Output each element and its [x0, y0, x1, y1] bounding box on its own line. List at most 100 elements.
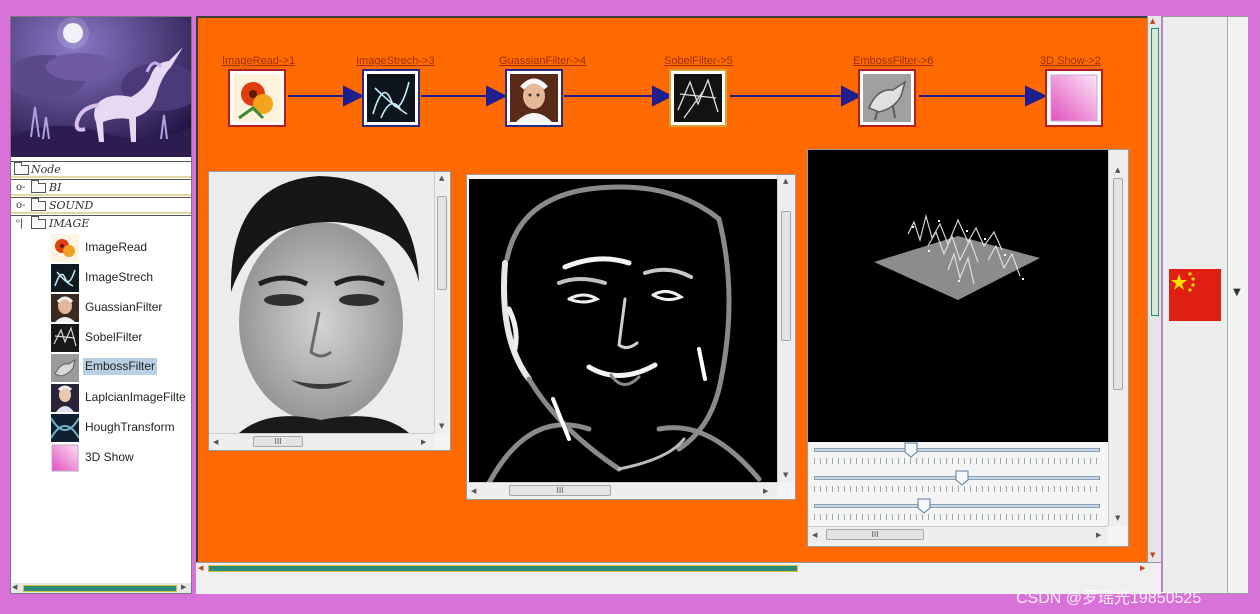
folder-icon	[31, 180, 46, 193]
pipeline-node-imagestrech[interactable]: ImageStrech->3	[356, 55, 435, 127]
folder-icon	[14, 162, 29, 175]
tree-group-bi[interactable]: o- BI	[11, 179, 191, 196]
watermark-text: CSDN @罗瑶光19850525	[1016, 590, 1202, 607]
scroll-right-icon[interactable]: ▶	[763, 487, 768, 495]
scroll-thumb[interactable]	[781, 211, 791, 341]
tree-item-imageread[interactable]: ImageRead	[51, 233, 191, 263]
tree-item-houghtransform[interactable]: HoughTransform	[51, 413, 191, 443]
collapsed-toggle-icon[interactable]: o-	[16, 198, 25, 214]
tree-item-laplcianimagefilte[interactable]: LaplcianImageFilte	[51, 383, 191, 413]
node-label: GuassianFilter->4	[499, 55, 587, 67]
edge-sketch-icon	[674, 74, 722, 122]
scroll-thumb[interactable]	[208, 565, 798, 572]
tree-item-imagestrech[interactable]: ImageStrech	[51, 263, 191, 293]
tree-item-label: LaplcianImageFilte	[85, 390, 186, 404]
node-box[interactable]	[669, 69, 727, 127]
node-label: SobelFilter->5	[664, 55, 733, 67]
scroll-left-icon[interactable]: ◀	[198, 564, 203, 572]
scroll-left-icon[interactable]: ◀	[213, 438, 218, 446]
slider-track[interactable]	[814, 504, 1100, 508]
scroll-thumb[interactable]	[1151, 28, 1159, 316]
node-label: EmbossFilter->6	[853, 55, 934, 67]
emboss-horse-icon	[863, 74, 911, 122]
slider-knob[interactable]	[917, 498, 931, 514]
tree-item-embossfilter[interactable]: EmbossFilter	[51, 353, 191, 383]
tree-item-guassianfilter[interactable]: GuassianFilter	[51, 293, 191, 323]
scroll-thumb[interactable]: III	[253, 436, 303, 447]
slider-knob[interactable]	[955, 470, 969, 486]
gradient-square-icon	[51, 444, 79, 472]
scroll-down-icon[interactable]: ▼	[783, 471, 788, 479]
scroll-up-icon[interactable]: ▲	[783, 177, 788, 185]
scroll-down-icon[interactable]: ▼	[439, 422, 444, 430]
scroll-up-icon[interactable]: ▲	[439, 174, 444, 182]
scroll-right-icon[interactable]: ▶	[421, 438, 426, 446]
right-side-panel: ▼	[1162, 16, 1248, 594]
scroll-right-icon[interactable]: ▶	[1140, 564, 1145, 572]
pipeline-node-imageread[interactable]: ImageRead->1	[222, 55, 295, 127]
scroll-up-icon[interactable]: ▲	[1150, 17, 1155, 25]
dropdown-column[interactable]: ▼	[1227, 17, 1248, 593]
scroll-thumb[interactable]: III	[826, 529, 924, 540]
rotation-slider-x[interactable]	[814, 442, 1100, 464]
tree-group-label: IMAGE	[49, 217, 90, 230]
node-label: 3D Show->2	[1040, 55, 1101, 67]
slider-knob[interactable]	[904, 442, 918, 458]
scroll-up-icon[interactable]: ▲	[1115, 166, 1120, 174]
canvas-vertical-scrollbar[interactable]: ▲ ▼	[1147, 16, 1161, 562]
pipeline-node-sobelfilter[interactable]: SobelFilter->5	[664, 55, 733, 127]
tree-item-label: ImageRead	[85, 240, 148, 254]
scroll-right-icon[interactable]: ▶	[181, 583, 186, 591]
pipeline-node-guassianfilter[interactable]: GuassianFilter->4	[499, 55, 586, 127]
horizontal-scrollbar[interactable]: ◀ III ▶	[467, 482, 777, 499]
3d-surface-view[interactable]	[808, 150, 1108, 442]
scroll-thumb[interactable]	[437, 196, 447, 290]
vertical-scrollbar[interactable]: ▲ ▼	[434, 172, 450, 433]
sobel-output-panel: ▲ ▼ ◀ III ▶	[466, 174, 796, 500]
scroll-left-icon[interactable]: ◀	[12, 583, 17, 591]
scroll-thumb[interactable]	[1113, 178, 1123, 390]
scroll-down-icon[interactable]: ▼	[1115, 514, 1120, 522]
horizontal-scrollbar[interactable]: ◀ III ▶	[209, 433, 434, 450]
tree-group-label: SOUND	[49, 199, 94, 212]
tree-group-sound[interactable]: o- SOUND	[11, 197, 191, 214]
scroll-left-icon[interactable]: ◀	[812, 531, 817, 539]
collapsed-toggle-icon[interactable]: o-	[16, 180, 25, 196]
tree-item-sobelfilter[interactable]: SobelFilter	[51, 323, 191, 353]
node-label: ImageRead->1	[222, 55, 296, 67]
scroll-down-icon[interactable]: ▼	[1150, 551, 1155, 559]
node-box[interactable]	[505, 69, 563, 127]
node-box[interactable]	[1045, 69, 1103, 127]
rotation-slider-y[interactable]	[814, 470, 1100, 492]
tree-group-image[interactable]: ᵒ| IMAGE	[11, 215, 191, 232]
gradient-square-icon	[1050, 74, 1098, 122]
tree-root-node[interactable]: Node	[11, 161, 191, 178]
tree-root-label: Node	[31, 163, 61, 176]
scroll-thumb[interactable]: III	[509, 485, 611, 496]
china-flag-icon[interactable]	[1169, 269, 1221, 321]
scroll-thumb[interactable]	[23, 585, 177, 592]
node-box[interactable]	[228, 69, 286, 127]
node-box[interactable]	[858, 69, 916, 127]
scroll-left-icon[interactable]: ◀	[471, 487, 476, 495]
palette-horizontal-scrollbar[interactable]: ◀ ▶	[11, 583, 191, 593]
flower-photo-icon	[51, 234, 79, 262]
pipeline-node-3dshow[interactable]: 3D Show->2	[1040, 55, 1103, 127]
slider-track[interactable]	[814, 448, 1100, 452]
folder-icon	[31, 216, 46, 229]
tree-item-3dshow[interactable]: 3D Show	[51, 443, 191, 473]
tree-item-label: HoughTransform	[85, 420, 175, 434]
slider-ticks	[814, 486, 1100, 492]
vertical-scrollbar[interactable]: ▲ ▼	[777, 175, 795, 482]
vertical-scrollbar[interactable]: ▲ ▼	[1108, 150, 1128, 526]
pipeline-canvas[interactable]: ImageRead->1 ImageStrech->3 GuassianFilt…	[196, 16, 1147, 562]
rotation-slider-z[interactable]	[814, 498, 1100, 520]
scroll-right-icon[interactable]: ▶	[1096, 531, 1101, 539]
chevron-down-icon[interactable]: ▼	[1233, 287, 1241, 298]
image-read-output-panel: ▲ ▼ ◀ III ▶	[208, 171, 451, 451]
expanded-toggle-icon[interactable]: ᵒ|	[16, 216, 23, 232]
pipeline-node-embossfilter[interactable]: EmbossFilter->6	[853, 55, 933, 127]
node-box[interactable]	[362, 69, 420, 127]
horizontal-scrollbar[interactable]: ◀ III ▶	[808, 526, 1108, 544]
stretch-sketch-icon	[51, 264, 79, 292]
